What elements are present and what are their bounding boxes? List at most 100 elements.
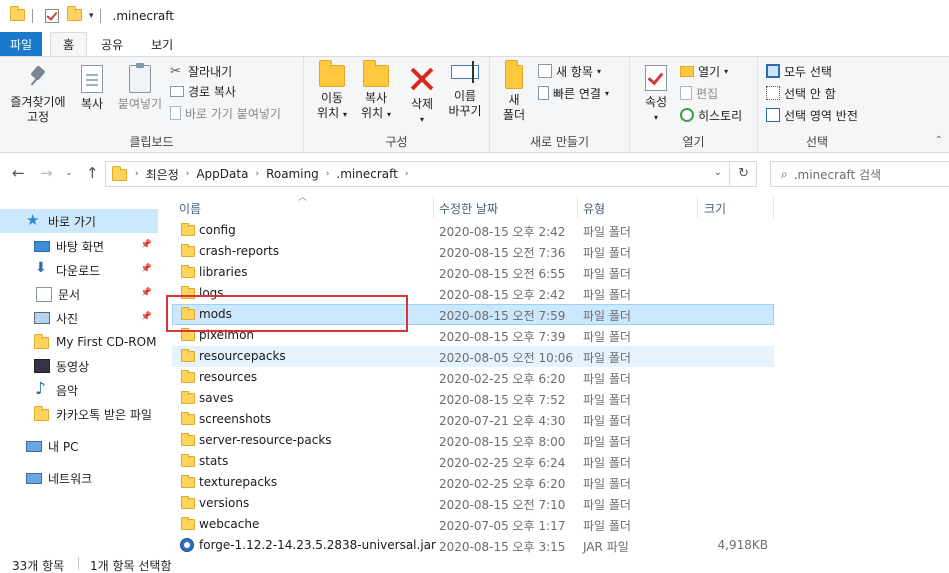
collapse-ribbon-icon[interactable]: ⌃ [935, 135, 943, 146]
nav-item-kakaotalk-folder[interactable]: 카카오톡 받은 파일 [0, 402, 158, 426]
folder-icon [181, 433, 195, 446]
chevron-down-icon: ▾ [653, 113, 658, 122]
file-row[interactable]: versions 2020-08-15 오전 7:10 파일 폴더 [172, 493, 774, 514]
select-all-button[interactable]: 모두 선택 [766, 61, 832, 81]
select-none-icon [766, 86, 780, 100]
nav-item-videos[interactable]: 동영상 [0, 354, 158, 378]
cut-button[interactable]: ✂ 잘라내기 [170, 61, 232, 81]
file-name: server-resource-packs [199, 433, 332, 447]
column-header-size[interactable]: 크기 [704, 196, 726, 218]
history-button[interactable]: 히스토리 [680, 105, 742, 125]
paste-button[interactable]: 붙여넣기 [114, 63, 166, 112]
breadcrumb-user[interactable]: 최은정 [146, 166, 179, 183]
file-type: 파일 폴더 [583, 456, 631, 470]
back-arrow-icon[interactable]: ← [12, 164, 25, 182]
ribbon: 즐겨찾기에 고정 복사 붙여넣기 ✂ 잘라내기 경로 복사 바로 가기 붙여넣기… [0, 56, 949, 153]
up-arrow-icon[interactable]: ↑ [86, 164, 99, 182]
customize-quick-access-icon[interactable]: ▾ [89, 11, 94, 21]
address-dropdown-icon[interactable]: ⌄ [714, 167, 722, 178]
paste-shortcut-icon [170, 106, 181, 120]
search-input[interactable]: .minecraft 검색 [794, 166, 881, 183]
column-divider[interactable] [433, 196, 434, 218]
file-row[interactable]: resources 2020-02-25 오후 6:20 파일 폴더 [172, 367, 774, 388]
file-name: libraries [199, 265, 248, 279]
new-item-button[interactable]: 새 항목 ▾ [538, 61, 601, 81]
tab-home[interactable]: 홈 [50, 32, 88, 56]
file-row[interactable]: config 2020-08-15 오후 2:42 파일 폴더 [172, 220, 774, 241]
breadcrumb-roaming[interactable]: Roaming [266, 167, 319, 181]
file-row[interactable]: saves 2020-08-15 오후 7:52 파일 폴더 [172, 388, 774, 409]
tab-share[interactable]: 공유 [87, 32, 137, 56]
file-row[interactable]: screenshots 2020-07-21 오후 4:30 파일 폴더 [172, 409, 774, 430]
history-label: 히스토리 [698, 108, 743, 123]
column-header-type[interactable]: 유형 [583, 196, 605, 218]
select-none-button[interactable]: 선택 안 함 [766, 83, 836, 103]
column-divider[interactable] [697, 196, 698, 218]
nav-item-this-pc[interactable]: 내 PC [0, 434, 158, 458]
copy-path-button[interactable]: 경로 복사 [170, 81, 236, 101]
file-date: 2020-08-15 오후 2:42 [439, 225, 566, 239]
open-button[interactable]: 열기 ▾ [680, 61, 728, 81]
properties-button[interactable]: 속성 ▾ [636, 65, 676, 125]
nav-item-quick-access[interactable]: 바로 가기 [0, 209, 158, 233]
navigation-bar: ← → ⌄ ↑ › 최은정 › AppData › Roaming › .min… [0, 154, 949, 192]
item-count: 33개 항목 [12, 559, 65, 573]
search-box[interactable]: ⌕ .minecraft 검색 [770, 161, 949, 187]
forward-arrow-icon[interactable]: → [40, 164, 53, 182]
tab-view[interactable]: 보기 [137, 32, 187, 56]
clipboard-group-label: 클립보드 [129, 135, 174, 149]
copy-to-button[interactable]: 복사 위치 ▾ [354, 60, 398, 122]
folder-icon [181, 454, 195, 467]
nav-item-downloads[interactable]: 다운로드 📌 [0, 258, 158, 282]
cut-label: 잘라내기 [188, 64, 233, 79]
edit-button[interactable]: 편집 [680, 83, 718, 103]
nav-item-cdrom-folder[interactable]: My First CD-ROM I [0, 330, 158, 354]
file-name: resourcepacks [199, 349, 286, 363]
column-divider[interactable] [773, 196, 774, 218]
address-bar[interactable]: › 최은정 › AppData › Roaming › .minecraft ›… [105, 161, 757, 187]
properties-icon [645, 65, 667, 91]
folder-icon [181, 370, 195, 383]
rename-button[interactable]: 이름 바꾸기 [442, 61, 488, 119]
nav-item-music[interactable]: 음악 [0, 378, 158, 402]
column-header-name[interactable]: 이름 [179, 196, 201, 218]
file-row[interactable]: stats 2020-02-25 오후 6:24 파일 폴더 [172, 451, 774, 472]
nav-item-desktop[interactable]: 바탕 화면 📌 [0, 234, 158, 258]
recent-locations-icon[interactable]: ⌄ [65, 168, 73, 178]
nav-item-network[interactable]: 네트워크 [0, 466, 158, 490]
file-row[interactable]: server-resource-packs 2020-08-15 오후 8:00… [172, 430, 774, 451]
edit-label: 편집 [696, 86, 719, 101]
tab-file[interactable]: 파일 [0, 32, 42, 56]
folder-icon [112, 165, 127, 181]
folder-icon [181, 265, 195, 278]
copy-button[interactable]: 복사 [72, 65, 112, 112]
file-date: 2020-02-25 오후 6:24 [439, 456, 566, 470]
file-type: 파일 폴더 [583, 288, 631, 302]
file-row[interactable]: crash-reports 2020-08-15 오전 7:36 파일 폴더 [172, 241, 774, 262]
select-group-label: 선택 [805, 135, 829, 149]
refresh-icon[interactable]: ↻ [738, 166, 749, 181]
properties-icon[interactable] [45, 9, 59, 23]
breadcrumb-appdata[interactable]: AppData [196, 167, 248, 181]
pin-to-quick-access-button[interactable]: 즐겨찾기에 고정 [6, 65, 70, 125]
file-row[interactable]: texturepacks 2020-02-25 오후 6:20 파일 폴더 [172, 472, 774, 493]
paste-shortcut-button[interactable]: 바로 가기 붙여넣기 [170, 103, 281, 123]
easy-access-button[interactable]: 빠른 연결 ▾ [538, 83, 609, 103]
column-divider[interactable] [577, 196, 578, 218]
move-to-button[interactable]: 이동 위치 ▾ [310, 60, 354, 122]
delete-button[interactable]: 삭제 ▾ [402, 65, 442, 127]
column-header-date[interactable]: 수정한 날짜 [439, 196, 498, 218]
breadcrumb-minecraft[interactable]: .minecraft [336, 167, 397, 181]
new-folder-icon[interactable] [67, 6, 83, 23]
delete-icon [409, 65, 435, 93]
file-row[interactable]: webcache 2020-07-05 오후 1:17 파일 폴더 [172, 514, 774, 535]
new-group-label: 새로 만들기 [529, 135, 589, 149]
clipboard-group: 즐겨찾기에 고정 복사 붙여넣기 ✂ 잘라내기 경로 복사 바로 가기 붙여넣기… [0, 57, 304, 153]
new-item-icon [538, 64, 552, 78]
file-row[interactable]: libraries 2020-08-15 오전 6:55 파일 폴더 [172, 262, 774, 283]
file-row-hovered[interactable]: resourcepacks 2020-08-05 오전 10:06 파일 폴더 [172, 346, 774, 367]
nav-item-documents[interactable]: 문서 📌 [0, 282, 158, 306]
nav-item-pictures[interactable]: 사진 📌 [0, 306, 158, 330]
invert-selection-button[interactable]: 선택 영역 반전 [766, 105, 858, 125]
new-folder-button[interactable]: 새 폴더 [496, 60, 532, 123]
